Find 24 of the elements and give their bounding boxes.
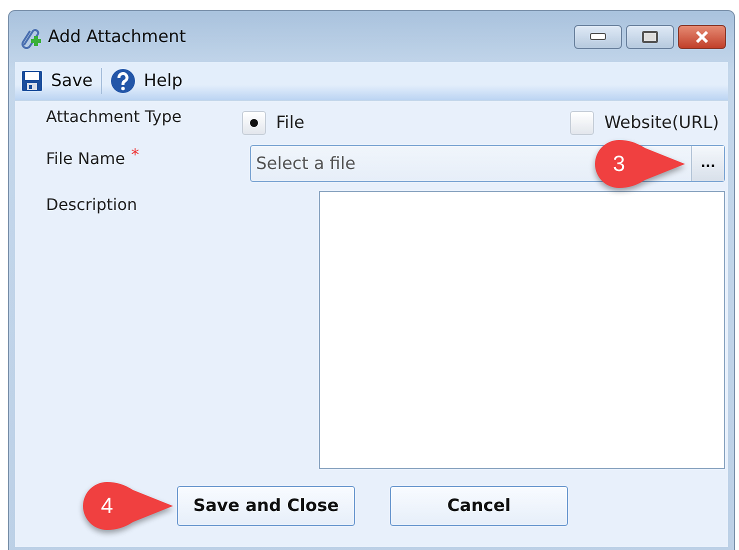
step-callout: 3	[593, 138, 687, 190]
radio-button[interactable]	[242, 111, 266, 135]
field-label: Description	[46, 194, 138, 216]
step-callout: 4	[81, 480, 175, 532]
toolbar-button[interactable]: Help	[144, 71, 182, 91]
window-title: Add Attachment	[48, 26, 186, 46]
minimize-button[interactable]	[574, 24, 622, 48]
required-mark: *	[131, 145, 140, 164]
maximize-icon	[642, 30, 658, 42]
maximize-button[interactable]	[626, 24, 674, 48]
browse-button[interactable]: ...	[691, 146, 724, 181]
description-field[interactable]	[319, 191, 725, 469]
help-icon	[110, 68, 136, 94]
dialog-button[interactable]: Save and Close	[177, 486, 355, 526]
close-icon	[694, 30, 710, 42]
toolbar-button[interactable]: Save	[51, 71, 93, 91]
field-label: Attachment Type	[46, 107, 183, 126]
option-label: Website(URL)	[604, 113, 719, 133]
field-label: File Name	[46, 148, 126, 168]
radio-button[interactable]	[570, 111, 594, 135]
option-label: File	[276, 113, 304, 133]
minimize-icon	[590, 33, 606, 40]
close-button[interactable]	[678, 24, 726, 48]
dialog-button[interactable]: Cancel	[390, 486, 568, 526]
